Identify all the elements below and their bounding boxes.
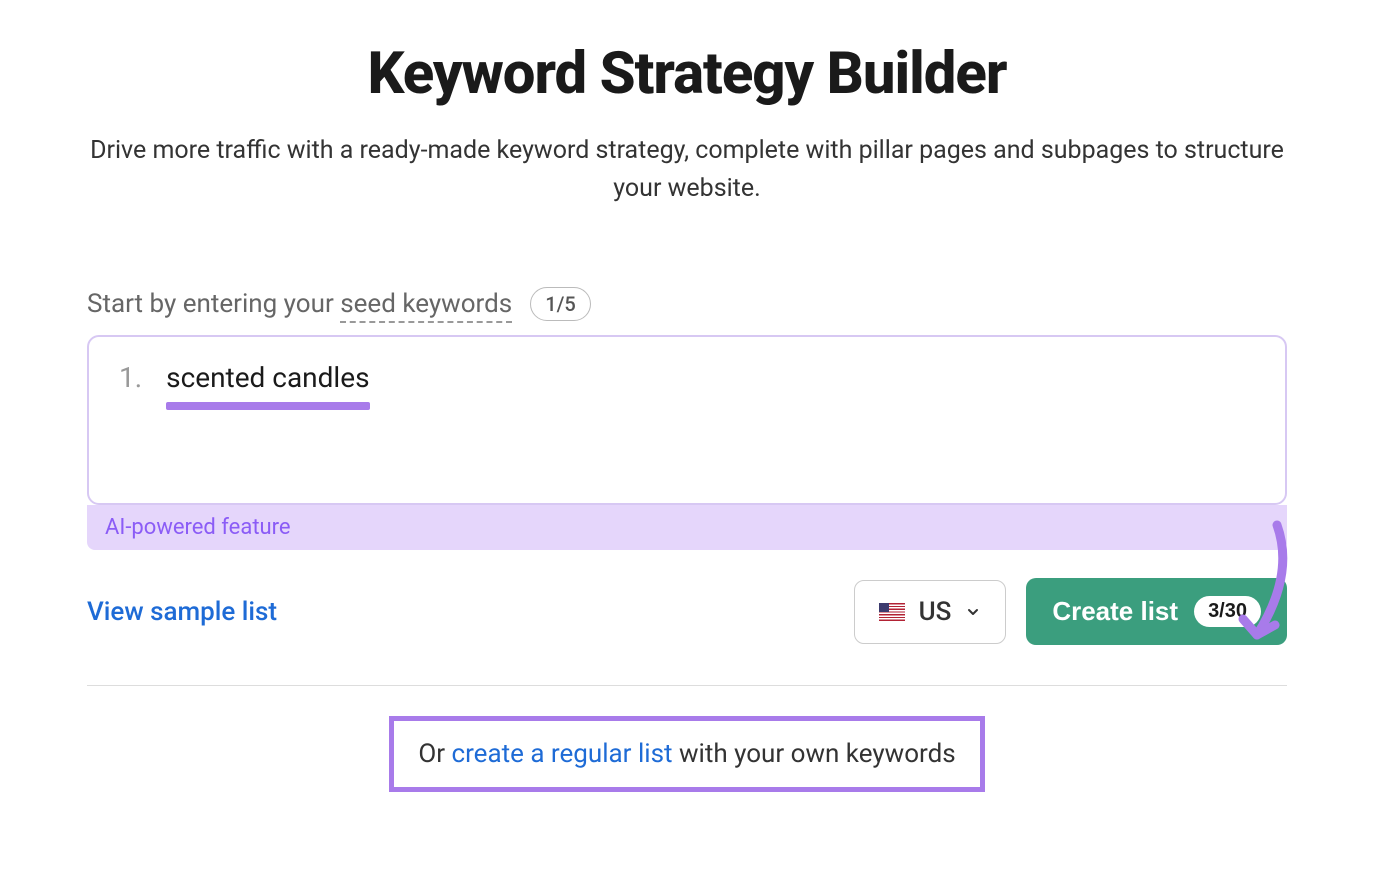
create-list-label: Create list — [1052, 596, 1178, 627]
page-subtitle: Drive more traffic with a ready-made key… — [87, 132, 1287, 207]
alt-prefix: Or — [418, 739, 451, 769]
divider — [87, 685, 1287, 686]
keyword-number: 1. — [119, 361, 142, 394]
alt-row: Or create a regular list with your own k… — [87, 716, 1287, 792]
keyword-input-box[interactable]: 1. scented candles — [87, 335, 1287, 505]
chevron-down-icon — [965, 604, 981, 620]
view-sample-link[interactable]: View sample list — [87, 597, 277, 627]
country-code: US — [919, 597, 952, 627]
prompt-row: Start by entering your seed keywords 1/5 — [87, 287, 1287, 321]
us-flag-icon — [879, 603, 905, 621]
prompt-text: Start by entering your seed keywords — [87, 289, 512, 319]
keyword-line: 1. scented candles — [119, 361, 1255, 394]
alt-box: Or create a regular list with your own k… — [389, 716, 984, 792]
keyword-input-wrapper: 1. scented candles AI-powered feature — [87, 335, 1287, 550]
highlight-underline — [166, 402, 369, 410]
keyword-count-badge: 1/5 — [530, 287, 591, 321]
alt-suffix: with your own keywords — [673, 739, 956, 769]
keyword-text[interactable]: scented candles — [166, 361, 369, 394]
create-regular-list-link[interactable]: create a regular list — [451, 739, 672, 769]
ai-feature-label: AI-powered feature — [87, 505, 1287, 550]
seed-keywords-label: seed keywords — [340, 289, 512, 323]
prompt-prefix: Start by entering your — [87, 289, 340, 319]
create-list-button[interactable]: Create list 3/30 — [1026, 578, 1287, 645]
country-select[interactable]: US — [854, 580, 1007, 644]
actions-row: View sample list US Create list 3/30 — [87, 578, 1287, 645]
create-list-badge: 3/30 — [1194, 596, 1261, 627]
page-title: Keyword Strategy Builder — [87, 40, 1287, 108]
